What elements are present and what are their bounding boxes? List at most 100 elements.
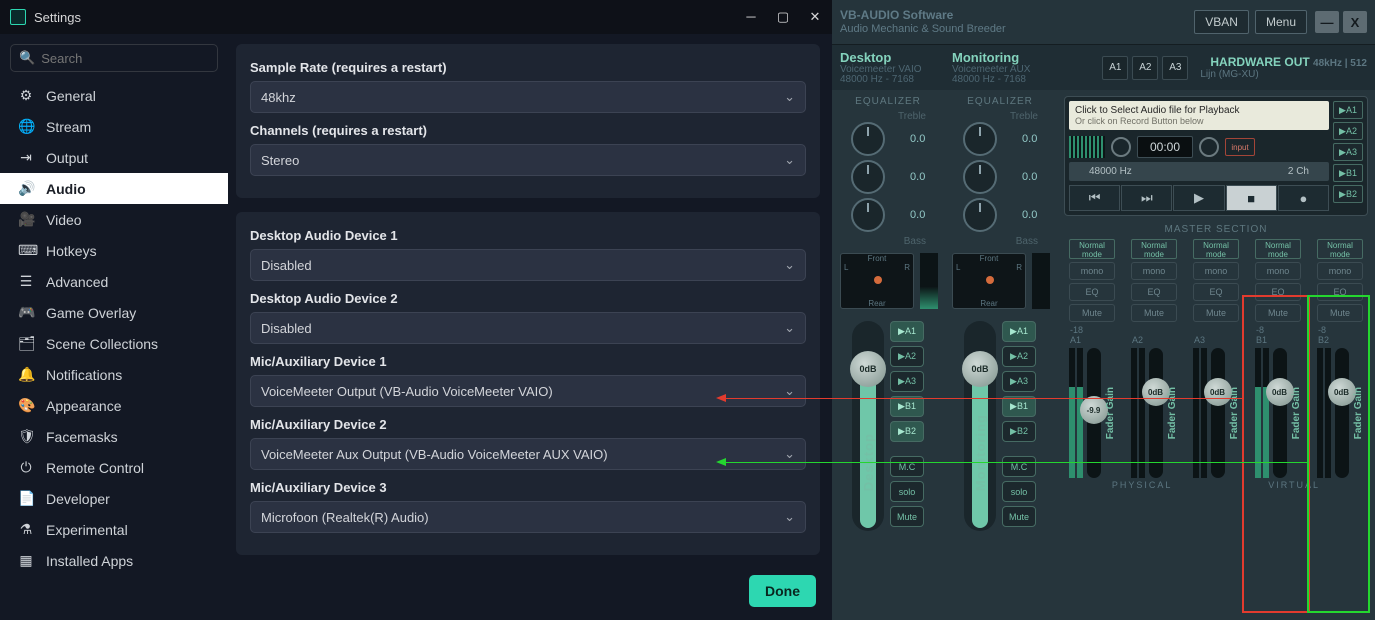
hardware-out-device[interactable]: Lijn (MG-XU) xyxy=(1200,69,1367,80)
rec-a2-button[interactable]: ▶A2 xyxy=(1333,122,1363,140)
desktop1-select[interactable]: Disabled⌄ xyxy=(250,249,806,281)
sidebar-item-gameoverlay[interactable]: 🎮Game Overlay xyxy=(0,297,228,328)
sidebar-item-facemasks[interactable]: 🛡Facemasks xyxy=(0,421,228,452)
rec-b2-button[interactable]: ▶B2 xyxy=(1333,185,1363,203)
sidebar-item-audio[interactable]: 🔊Audio xyxy=(0,173,228,204)
hardware-a2-button[interactable]: A2 xyxy=(1132,56,1158,80)
vm-minimize-button[interactable]: — xyxy=(1315,11,1339,33)
desktop-mc-button[interactable]: M.C xyxy=(890,456,924,477)
sidebar-item-general[interactable]: ⚙General xyxy=(0,80,228,111)
desktop-header[interactable]: Desktop Voicemeeter VAIO 48000 Hz - 7168 xyxy=(840,50,952,85)
mid-knob-mon[interactable] xyxy=(963,160,997,194)
a2-mono-button[interactable]: mono xyxy=(1131,262,1177,280)
stop-button[interactable]: ■ xyxy=(1226,185,1277,211)
sidebar-item-remotecontrol[interactable]: ⏻Remote Control xyxy=(0,452,228,483)
rewind-button[interactable]: ⏮ xyxy=(1069,185,1120,211)
a1-mode-button[interactable]: Normal mode xyxy=(1069,239,1115,259)
a1-mute-button[interactable]: Mute xyxy=(1069,304,1115,322)
b1-fader[interactable]: 0dB xyxy=(1273,348,1287,478)
sidebar-item-scenecollections[interactable]: 🗂Scene Collections xyxy=(0,328,228,359)
file-select-area[interactable]: Click to Select Audio file for Playback … xyxy=(1069,101,1329,130)
sidebar-item-stream[interactable]: 🌐Stream xyxy=(0,111,228,142)
sidebar-item-appearance[interactable]: 🎨Appearance xyxy=(0,390,228,421)
b2-eq-button[interactable]: EQ xyxy=(1317,283,1363,301)
desktop-a1-button[interactable]: ▶A1 xyxy=(890,321,924,342)
hardware-a3-button[interactable]: A3 xyxy=(1162,56,1188,80)
sidebar-item-notifications[interactable]: 🔔Notifications xyxy=(0,359,228,390)
vm-close-button[interactable]: X xyxy=(1343,11,1367,33)
b1-eq-button[interactable]: EQ xyxy=(1255,283,1301,301)
a2-eq-button[interactable]: EQ xyxy=(1131,283,1177,301)
sidebar-item-experimental[interactable]: ⚗Experimental xyxy=(0,514,228,545)
a3-eq-button[interactable]: EQ xyxy=(1193,283,1239,301)
a2-mode-button[interactable]: Normal mode xyxy=(1131,239,1177,259)
close-button[interactable]: ✕ xyxy=(808,9,822,25)
desktop-solo-button[interactable]: solo xyxy=(890,481,924,502)
mon-b2-button[interactable]: ▶B2 xyxy=(1002,421,1036,442)
a1-fader[interactable]: -9.9 xyxy=(1087,348,1101,478)
monitoring-header[interactable]: Monitoring Voicemeeter AUX 48000 Hz - 71… xyxy=(952,50,1064,85)
sidebar-item-output[interactable]: ⇥Output xyxy=(0,142,228,173)
desktop2-select[interactable]: Disabled⌄ xyxy=(250,312,806,344)
maximize-button[interactable]: ▢ xyxy=(776,9,790,25)
a3-mono-button[interactable]: mono xyxy=(1193,262,1239,280)
desktop-b1-button[interactable]: ▶B1 xyxy=(890,396,924,417)
fader-monitoring[interactable]: 0dB Monitoring xyxy=(964,321,996,531)
bass-knob[interactable] xyxy=(851,198,885,232)
mon-mute-button[interactable]: Mute xyxy=(1002,506,1036,527)
menu-button[interactable]: Menu xyxy=(1255,10,1307,34)
mon-a1-button[interactable]: ▶A1 xyxy=(1002,321,1036,342)
a3-mute-button[interactable]: Mute xyxy=(1193,304,1239,322)
mic1-select[interactable]: VoiceMeeter Output (VB-Audio VoiceMeeter… xyxy=(250,375,806,407)
a1-mono-button[interactable]: mono xyxy=(1069,262,1115,280)
rec-a1-button[interactable]: ▶A1 xyxy=(1333,101,1363,119)
channels-select[interactable]: Stereo⌄ xyxy=(250,144,806,176)
rec-a3-button[interactable]: ▶A3 xyxy=(1333,143,1363,161)
a3-fader[interactable]: 0dB xyxy=(1211,348,1225,478)
a3-mode-button[interactable]: Normal mode xyxy=(1193,239,1239,259)
sidebar-item-advanced[interactable]: ☰Advanced xyxy=(0,266,228,297)
hardware-a1-button[interactable]: A1 xyxy=(1102,56,1128,80)
mon-solo-button[interactable]: solo xyxy=(1002,481,1036,502)
mon-a2-button[interactable]: ▶A2 xyxy=(1002,346,1036,367)
desktop-a2-button[interactable]: ▶A2 xyxy=(890,346,924,367)
search-input[interactable] xyxy=(41,51,217,66)
record-button[interactable]: ● xyxy=(1278,185,1329,211)
a2-mute-button[interactable]: Mute xyxy=(1131,304,1177,322)
a1-eq-button[interactable]: EQ xyxy=(1069,283,1115,301)
sidebar-item-hotkeys[interactable]: ⌨Hotkeys xyxy=(0,235,228,266)
play-button[interactable]: ▶ xyxy=(1173,185,1224,211)
mon-mc-button[interactable]: M.C xyxy=(1002,456,1036,477)
intellipan-desktop[interactable]: Front LR Rear xyxy=(840,253,914,309)
search-input-wrap[interactable]: 🔍 xyxy=(10,44,218,72)
bass-knob-mon[interactable] xyxy=(963,198,997,232)
treble-knob-mon[interactable] xyxy=(963,122,997,156)
forward-button[interactable]: ⏭ xyxy=(1121,185,1172,211)
b1-mode-button[interactable]: Normal mode xyxy=(1255,239,1301,259)
b1-mute-button[interactable]: Mute xyxy=(1255,304,1301,322)
b2-mute-button[interactable]: Mute xyxy=(1317,304,1363,322)
rec-input-button[interactable]: input xyxy=(1225,138,1255,156)
desktop-b2-button[interactable]: ▶B2 xyxy=(890,421,924,442)
b2-mode-button[interactable]: Normal mode xyxy=(1317,239,1363,259)
mon-b1-button[interactable]: ▶B1 xyxy=(1002,396,1036,417)
mon-a3-button[interactable]: ▶A3 xyxy=(1002,371,1036,392)
intellipan-monitoring[interactable]: Front LR Rear xyxy=(952,253,1026,309)
sidebar-item-video[interactable]: 🎥Video xyxy=(0,204,228,235)
samplerate-select[interactable]: 48khz⌄ xyxy=(250,81,806,113)
mid-knob[interactable] xyxy=(851,160,885,194)
b2-fader[interactable]: 0dB xyxy=(1335,348,1349,478)
treble-knob[interactable] xyxy=(851,122,885,156)
b2-mono-button[interactable]: mono xyxy=(1317,262,1363,280)
sidebar-item-installedapps[interactable]: ▦Installed Apps xyxy=(0,545,228,576)
a2-fader[interactable]: 0dB xyxy=(1149,348,1163,478)
desktop-mute-button[interactable]: Mute xyxy=(890,506,924,527)
vban-button[interactable]: VBAN xyxy=(1194,10,1249,34)
sidebar-item-developer[interactable]: 📄Developer xyxy=(0,483,228,514)
mic3-select[interactable]: Microfoon (Realtek(R) Audio)⌄ xyxy=(250,501,806,533)
rec-b1-button[interactable]: ▶B1 xyxy=(1333,164,1363,182)
done-button[interactable]: Done xyxy=(749,575,816,607)
fader-desktop[interactable]: 0dB Desktop xyxy=(852,321,884,531)
desktop-a3-button[interactable]: ▶A3 xyxy=(890,371,924,392)
b1-mono-button[interactable]: mono xyxy=(1255,262,1301,280)
